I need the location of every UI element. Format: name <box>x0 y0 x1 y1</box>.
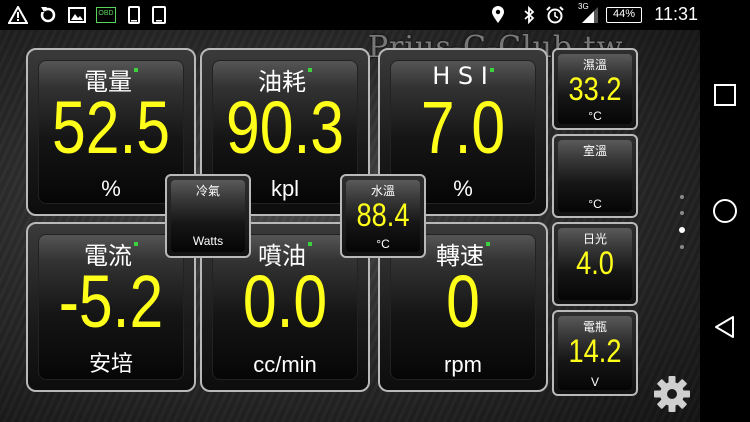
gauge-unit: Watts <box>192 234 224 248</box>
indicator-dot <box>489 68 494 72</box>
battery-indicator: 44% <box>606 7 642 23</box>
home-button[interactable] <box>712 198 738 224</box>
page-indicator <box>679 195 685 261</box>
gauge-value: 90.3 <box>225 86 345 169</box>
page-dot-active[interactable] <box>679 227 685 233</box>
battery-voltage-gauge[interactable]: 電瓶 14.2 V <box>552 310 638 396</box>
water-temp-gauge[interactable]: 水溫 88.4 °C <box>340 174 426 258</box>
page-dot[interactable] <box>680 211 684 215</box>
ambient-temp-gauge[interactable]: 濕溫 33.2 °C <box>552 48 638 130</box>
status-bar: OBD 3G 44% 11:31 <box>0 0 750 30</box>
bluetooth-icon <box>524 6 535 24</box>
gauge-title: 室溫 <box>582 144 607 158</box>
gauge-unit: cc/min <box>253 352 317 377</box>
indicator-dot <box>134 242 138 246</box>
recents-button[interactable] <box>712 82 738 108</box>
sync-icon <box>40 7 56 23</box>
gauge-value: 33.2 <box>568 71 622 107</box>
clock: 11:31 <box>654 4 698 24</box>
alarm-icon <box>546 6 564 24</box>
gauge-unit: °C <box>376 237 390 251</box>
back-button[interactable] <box>712 314 738 340</box>
location-icon <box>492 6 504 23</box>
warning-icon <box>8 6 28 24</box>
gauge-value: 52.5 <box>51 86 171 169</box>
gauge-value: 88.4 <box>356 197 410 233</box>
phone-icon <box>128 6 140 24</box>
ac-gauge[interactable]: 冷氣 Watts <box>165 174 251 258</box>
gauge-unit: °C <box>588 197 602 211</box>
gauge-value: 14.2 <box>568 333 622 369</box>
tablet-icon <box>152 6 166 24</box>
sunlight-gauge[interactable]: 日光 4.0 <box>552 222 638 306</box>
gauge-unit: rpm <box>444 352 482 377</box>
indicator-dot <box>486 242 490 246</box>
indicator-dot <box>308 68 312 72</box>
indicator-dot <box>308 242 312 246</box>
gauge-value: 0.0 <box>242 260 328 343</box>
gauge-value: 0 <box>446 260 480 343</box>
gauge-value: 7.0 <box>420 86 506 169</box>
image-icon <box>68 7 86 23</box>
page-dot[interactable] <box>680 245 684 249</box>
gauge-title: 冷氣 <box>195 184 220 198</box>
gauge-unit: V <box>590 375 599 389</box>
page-dot[interactable] <box>680 195 684 199</box>
gauge-value: 4.0 <box>576 245 614 281</box>
signal-icon <box>582 7 598 23</box>
obd-icon: OBD <box>96 7 116 23</box>
settings-gear-icon[interactable] <box>652 374 692 414</box>
gauge-unit: 安培 <box>88 351 133 376</box>
cabin-temp-gauge[interactable]: 室溫 °C <box>552 134 638 218</box>
gauge-unit: °C <box>588 109 602 123</box>
indicator-dot <box>134 68 138 72</box>
navigation-bar <box>700 30 750 422</box>
gauge-value: -5.2 <box>58 260 164 343</box>
